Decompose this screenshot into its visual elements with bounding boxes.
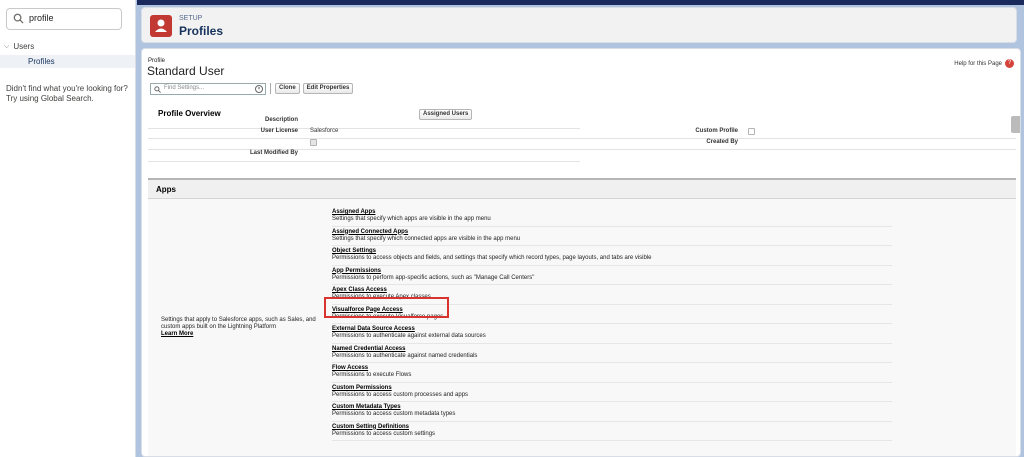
side-tab-handle[interactable] xyxy=(1011,116,1020,133)
not-found-message: Didn't find what you're looking for? Try… xyxy=(6,84,128,103)
edit-properties-button[interactable]: Edit Properties xyxy=(302,83,354,94)
created-by-label: Created By xyxy=(706,139,738,145)
assigned-connected-apps-desc: Settings that specify which connected ap… xyxy=(332,235,521,242)
custom-metadata-types-link[interactable]: Custom Metadata Types xyxy=(332,404,892,411)
flow-access-desc: Permissions to execute Flows xyxy=(332,372,412,378)
page-header: SETUP Profiles xyxy=(141,7,1017,43)
search-icon xyxy=(13,13,24,24)
list-item-object-settings: Object Settings Permissions to access ob… xyxy=(332,246,892,266)
apps-section-header: Apps xyxy=(148,178,1016,198)
sidebar-item-profiles[interactable]: Profiles xyxy=(0,55,135,68)
list-item-assigned-apps: Assigned Apps Settings that specify whic… xyxy=(332,207,892,227)
description-label: Description xyxy=(264,117,298,123)
profile-title: Standard User xyxy=(147,64,225,78)
app-permissions-desc: Permissions to perform app-specific acti… xyxy=(332,274,535,281)
checked-checkbox xyxy=(310,139,317,146)
find-settings-input[interactable]: Find Settings... × xyxy=(150,82,266,95)
setup-sidebar: profile ⌵ Users Profiles Didn't find wha… xyxy=(0,0,136,457)
header-eyebrow: SETUP xyxy=(179,15,203,22)
profile-overview-title: Profile Overview xyxy=(158,109,221,118)
custom-metadata-types-desc: Permissions to access custom metadata ty… xyxy=(332,411,456,417)
divider xyxy=(148,138,1016,139)
custom-setting-definitions-link[interactable]: Custom Setting Definitions xyxy=(332,424,892,431)
list-item-custom-setting-definitions: Custom Setting Definitions Permissions t… xyxy=(332,422,892,441)
custom-setting-definitions-desc: Permissions to access custom settings xyxy=(332,430,436,437)
user-license-label: User License xyxy=(260,128,298,134)
divider xyxy=(148,128,580,129)
find-settings-placeholder: Find Settings... xyxy=(164,84,205,91)
assigned-apps-desc: Settings that specify which apps are vis… xyxy=(332,216,491,222)
apex-class-access-highlight xyxy=(324,297,449,318)
quick-find-input[interactable]: profile xyxy=(6,8,122,30)
list-item-named-credential-access: Named Credential Access Permissions to a… xyxy=(332,344,892,363)
divider xyxy=(148,161,580,162)
assigned-users-button[interactable]: Assigned Users xyxy=(419,109,473,120)
flow-access-link[interactable]: Flow Access xyxy=(332,365,892,372)
profile-detail-card: Profile Standard User Help for this Page… xyxy=(141,48,1021,457)
apps-section-body: Settings that apply to Salesforce apps, … xyxy=(148,198,1016,456)
learn-more-link[interactable]: Learn More xyxy=(161,331,193,337)
external-data-source-access-desc: Permissions to authenticate against exte… xyxy=(332,333,486,339)
chevron-down-icon: ⌵ xyxy=(4,42,10,50)
help-link-label: Help for this Page xyxy=(954,60,1002,67)
profile-app-icon xyxy=(150,15,172,37)
tree-group-users[interactable]: ⌵ Users xyxy=(4,42,34,51)
apps-description-text: Settings that apply to Salesforce apps, … xyxy=(161,317,316,330)
help-link[interactable]: Help for this Page ? xyxy=(954,59,1014,68)
object-settings-link[interactable]: Object Settings xyxy=(332,248,892,255)
last-modified-by-label: Last Modified By xyxy=(249,150,298,156)
object-settings-desc: Permissions to access objects and fields… xyxy=(332,255,652,261)
apps-description: Settings that apply to Salesforce apps, … xyxy=(161,317,327,338)
list-item-flow-access: Flow Access Permissions to execute Flows xyxy=(332,363,892,383)
assigned-connected-apps-link[interactable]: Assigned Connected Apps xyxy=(332,229,892,236)
user-license-value: Salesforce xyxy=(310,128,339,134)
list-item-custom-permissions: Custom Permissions Permissions to access… xyxy=(332,383,892,402)
list-item-external-data-source-access: External Data Source Access Permissions … xyxy=(332,324,892,344)
list-item-custom-metadata-types: Custom Metadata Types Permissions to acc… xyxy=(332,402,892,422)
named-credential-access-desc: Permissions to authenticate against name… xyxy=(332,352,478,359)
custom-profile-label: Custom Profile xyxy=(695,128,738,134)
toolbar-divider xyxy=(270,83,271,94)
named-credential-access-link[interactable]: Named Credential Access xyxy=(332,346,892,353)
list-item-assigned-connected-apps: Assigned Connected Apps Settings that sp… xyxy=(332,227,892,246)
external-data-source-access-link[interactable]: External Data Source Access xyxy=(332,326,892,333)
apps-section: Apps Settings that apply to Salesforce a… xyxy=(148,178,1016,456)
custom-permissions-desc: Permissions to access custom processes a… xyxy=(332,391,469,398)
list-item-app-permissions: App Permissions Permissions to perform a… xyxy=(332,266,892,285)
apps-heading: Apps xyxy=(156,185,176,194)
page-title: Profiles xyxy=(179,24,224,38)
custom-permissions-link[interactable]: Custom Permissions xyxy=(332,385,892,392)
custom-profile-checkbox xyxy=(748,128,755,135)
apps-settings-list: Assigned Apps Settings that specify whic… xyxy=(332,207,892,441)
search-icon xyxy=(154,85,161,93)
app-permissions-link[interactable]: App Permissions xyxy=(332,268,892,275)
assigned-apps-link[interactable]: Assigned Apps xyxy=(332,209,892,216)
main-content: SETUP Profiles Profile Standard User Hel… xyxy=(137,0,1024,457)
profile-toolbar: Find Settings... × Clone Edit Properties xyxy=(150,82,354,95)
tree-group-label: Users xyxy=(13,42,35,51)
top-bar xyxy=(137,0,1024,5)
quick-find-value: profile xyxy=(29,13,54,23)
apex-class-access-link[interactable]: Apex Class Access xyxy=(332,287,892,294)
clear-icon[interactable]: × xyxy=(255,84,263,93)
help-icon: ? xyxy=(1005,59,1014,68)
clone-button[interactable]: Clone xyxy=(275,83,300,94)
